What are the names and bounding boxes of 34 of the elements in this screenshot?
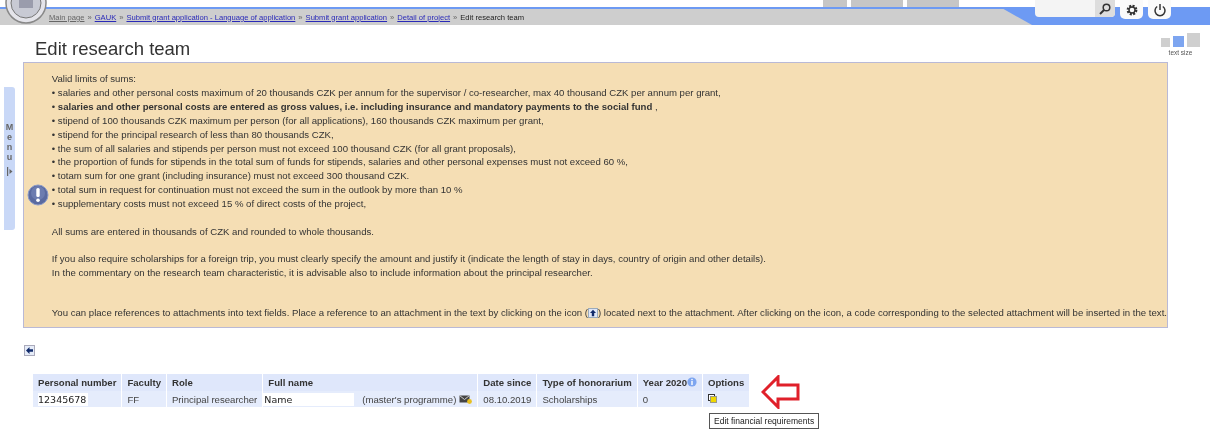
notice-text: • the sum of all salaries and stipends per person must not exceed 100 thousand CZK (for all grant proposals), [51, 141, 517, 156]
table-cell: Scholarships [536, 391, 638, 407]
page-title: Edit research team [35, 38, 191, 60]
side-menu-tab[interactable]: Menu [4, 87, 15, 230]
notice-text: • salaries and other personal costs are entered as gross values, i.e. including insurance and mandatory payments to the social fund , [51, 99, 659, 114]
table-cell: 08.10.2019 [477, 391, 537, 407]
tooltip: Edit financial requirements [709, 413, 820, 429]
notice-text: All sums are entered in thousands of CZK and rounded to whole thousands. [51, 224, 375, 239]
notice-text: • supplementary costs must not exceed 15 % of direct costs of the project, [51, 197, 368, 212]
programme-text: (master's programme) [362, 393, 457, 405]
notice-text: • totam sum for one grant (including insurance) must not exceed 300 thousand CZK. [51, 169, 411, 184]
notice-text: • the proportion of funds for stipends in the total sum of funds for stipends, salaries and other personal expenses must not exceed 60 %, [51, 155, 629, 170]
column-header: Type of honorarium [536, 374, 638, 391]
column-header: Full name [262, 374, 478, 391]
column-header: Year 2020 [642, 377, 688, 388]
notice-text: In the commentary on the research team characteristic, it is advisable also to include information about the principal researcher. [51, 265, 594, 280]
notice-text: Valid limits of sums: [51, 72, 137, 86]
notice-text: • stipend of 100 thousands CZK maximum per person (for all applications), 160 thousands CZK maximum per grant, [51, 113, 545, 128]
table-cell: Principal researcher [166, 391, 263, 407]
notice-text: ) located next to the attachment. After clicking on the icon, a code corresponding to the selected attachment will be inserted in the text. [597, 306, 1167, 321]
column-header: Role [166, 374, 263, 391]
notice-text: • total sum in request for continuation must not exceed the sum in the outlook by more than 10 % [51, 183, 464, 198]
notice-text: If you also require scholarships for a foreign trip, you must clearly specify the amount and justify it (indicate the length of stay in days, country of origin and other details). [51, 251, 767, 266]
table-cell: 0 [637, 391, 703, 407]
notice-text: • salaries and other personal costs maximum of 20 thousands CZK per annum for the supervisor / co-researcher, max 40 thousand CZK per annum per grant, [51, 85, 722, 100]
column-header: Options [702, 374, 750, 391]
personal-number-field[interactable]: 12345678 [38, 392, 88, 406]
column-header: Date since [477, 374, 537, 391]
name-field[interactable]: Name [263, 392, 355, 406]
column-header: Faculty [121, 374, 167, 391]
notice-text: You can place references to attachments into text fields. Place a reference to an attachment in the text by clicking on the icon ( [51, 306, 588, 321]
column-header: Personal number [33, 374, 122, 391]
notice-text: • stipend for the principal research of less than 80 thousands CZK, [51, 127, 335, 142]
table-cell: FF [121, 391, 167, 407]
